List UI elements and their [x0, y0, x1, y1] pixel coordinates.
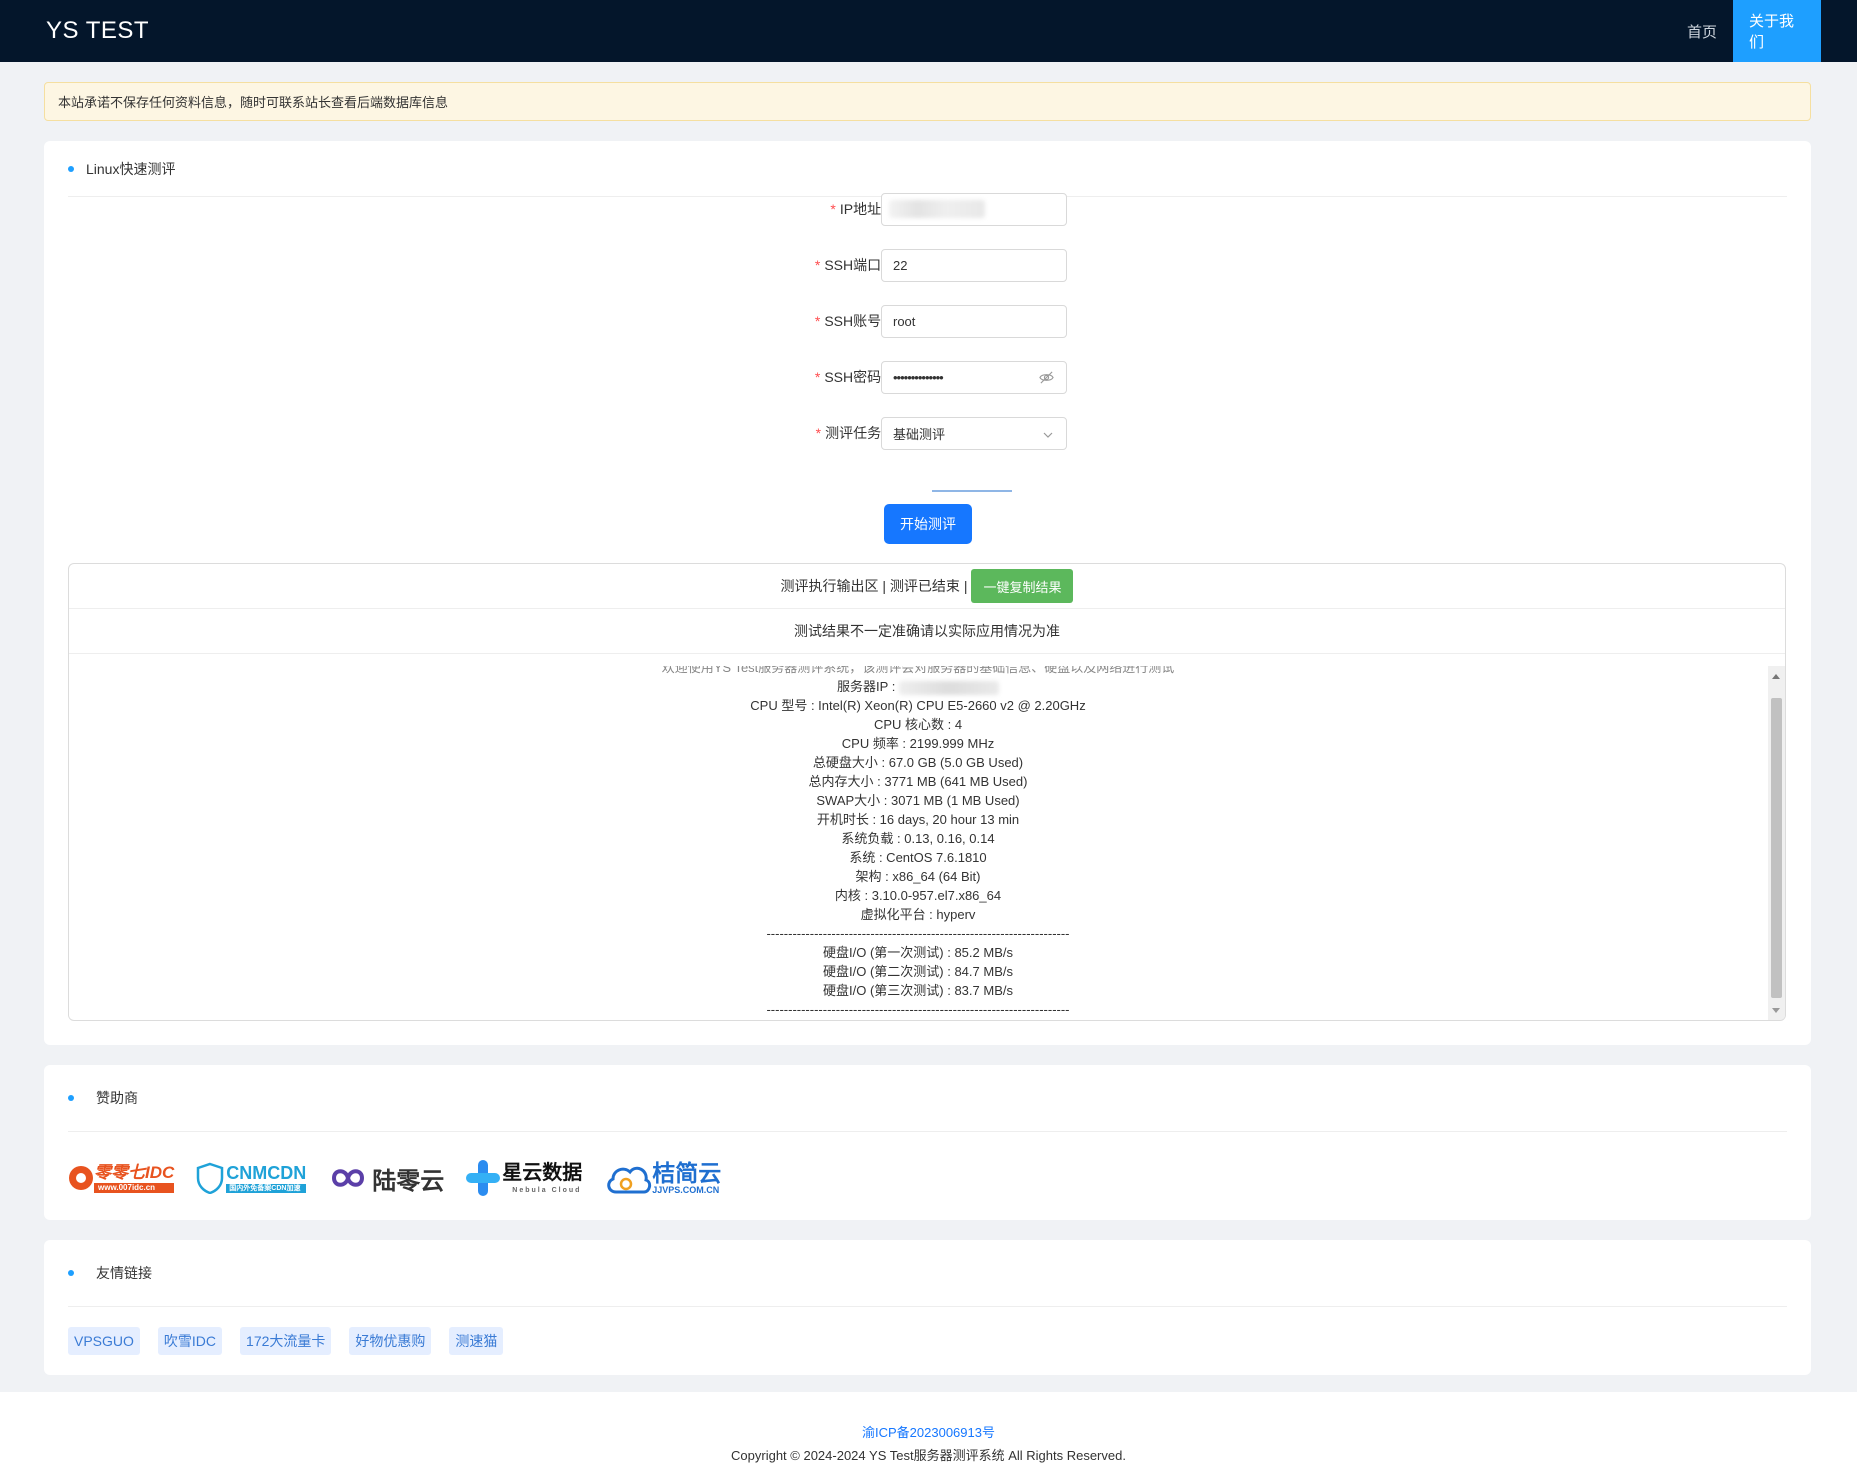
port-label: * SSH端口: — [814, 257, 885, 273]
log-line: 开机时长 : 16 days, 20 hour 13 min — [816, 812, 1020, 827]
flame-icon — [69, 1166, 93, 1190]
nav-about[interactable]: 关于我们 — [1733, 0, 1821, 62]
log-line: 系统负载 : 0.13, 0.16, 0.14 — [841, 831, 995, 846]
link-cesumao[interactable]: 测速猫 — [449, 1327, 504, 1355]
chevron-down-icon — [1043, 432, 1053, 438]
log-line: 硬盘I/O (第三次测试) : 83.7 MB/s — [823, 983, 1013, 998]
linux-test-card: Linux快速测评 * IP地址: * SSH端口: 22 * SSH账号: root… — [44, 141, 1811, 1045]
account-input[interactable]: root — [881, 304, 1067, 338]
link-chuixue-idc[interactable]: 吹雪IDC — [157, 1327, 223, 1355]
log-line: 系统 : CentOS 7.6.1810 — [849, 850, 987, 865]
sponsor-logos: 零零七IDC www.007idc.cn CNMCDN 国内外免备案CDN加速 … — [44, 1132, 1811, 1198]
bullet-dot-icon — [68, 165, 74, 172]
bullet-dot-icon — [68, 1095, 74, 1101]
infinity-icon — [332, 1169, 365, 1187]
task-value: 基础测评 — [893, 426, 946, 442]
redacted-ip — [889, 200, 985, 218]
bullet-dot-icon — [68, 1270, 74, 1276]
port-value: 22 — [893, 257, 908, 273]
sponsor-logo-jjvps[interactable]: 桔简云 JJVPS.COM.CN — [604, 1158, 721, 1198]
card-title: Linux快速测评 — [86, 160, 176, 177]
task-select[interactable]: 基础测评 — [881, 416, 1067, 450]
page-footer: 渝ICP备2023006913号 Copyright © 2024-2024 Y… — [0, 1392, 1857, 1477]
log-line: 虚拟化平台 : hyperv — [860, 907, 976, 922]
notice-text: 本站承诺不保存任何资料信息，随时可联系站长查看后端数据库信息 — [58, 95, 449, 110]
log-line: 总硬盘大小 : 67.0 GB (5.0 GB Used) — [812, 755, 1024, 770]
log-line: ----------------------------------------… — [766, 1002, 1070, 1017]
output-log[interactable]: 欢迎使用YS Test服务器测评系统，该测评会对服务器的基础信息、硬盘以及网络进… — [69, 666, 1767, 1020]
log-line: 架构 : x86_64 (64 Bit) — [855, 869, 981, 884]
output-scrollbar[interactable] — [1768, 666, 1785, 1020]
log-line: 总内存大小 : 3771 MB (641 MB Used) — [808, 774, 1028, 789]
card-header: Linux快速测评 — [68, 141, 1787, 197]
output-status-text: 测评执行输出区 | 测评已结束 | — [780, 578, 968, 594]
sponsors-title: 赞助商 — [96, 1090, 138, 1106]
port-input[interactable]: 22 — [881, 248, 1067, 282]
sponsor-logo-cnmcdn[interactable]: CNMCDN 国内外免备案CDN加速 — [196, 1158, 307, 1198]
start-test-button[interactable]: 开始测评 — [884, 504, 972, 544]
main-nav: 首页 关于我们 — [1671, 0, 1857, 62]
ip-input[interactable] — [881, 192, 1067, 226]
friend-links: VPSGUO 吹雪IDC 172大流量卡 好物优惠购 测速猫 — [44, 1307, 1811, 1355]
log-line: SWAP大小 : 3071 MB (1 MB Used) — [816, 793, 1020, 808]
sponsor-logo-007idc[interactable]: 零零七IDC www.007idc.cn — [68, 1158, 175, 1198]
eye-slash-icon[interactable] — [1039, 370, 1054, 385]
redacted-server-ip — [898, 680, 999, 695]
log-line: 硬盘I/O (第一次测试) : 85.2 MB/s — [823, 945, 1013, 960]
log-line-server-ip: 服务器IP : — [69, 677, 1767, 696]
top-navbar: YS TEST 首页 关于我们 — [0, 0, 1857, 62]
log-line: CPU 型号 : Intel(R) Xeon(R) CPU E5-2660 v2… — [750, 698, 1086, 713]
brand-title[interactable]: YS TEST — [0, 17, 149, 45]
link-172-card[interactable]: 172大流量卡 — [240, 1327, 332, 1355]
scroll-up-icon[interactable] — [1772, 674, 1780, 679]
log-line: ----------------------------------------… — [766, 926, 1070, 941]
log-line: 欢迎使用YS Test服务器测评系统，该测评会对服务器的基础信息、硬盘以及网络进… — [661, 666, 1175, 675]
links-header: 友情链接 — [68, 1240, 1787, 1307]
cross-icon — [466, 1160, 501, 1196]
password-input[interactable]: •••••••••••••• — [881, 360, 1067, 394]
link-vpsguo[interactable]: VPSGUO — [68, 1327, 140, 1355]
account-label: * SSH账号: — [814, 313, 885, 329]
log-line: 内核 : 3.10.0-957.el7.x86_64 — [834, 888, 1002, 903]
log-line: CPU 频率 : 2199.999 MHz — [841, 736, 995, 751]
account-value: root — [893, 313, 916, 329]
sponsor-logo-nebula[interactable]: 星云数据 Nebula Cloud — [466, 1158, 582, 1198]
icp-link[interactable]: 渝ICP备2023006913号 — [862, 1422, 995, 1441]
scroll-down-icon[interactable] — [1772, 1008, 1780, 1013]
shield-icon — [197, 1162, 224, 1194]
task-label: * 测评任务: — [815, 425, 885, 441]
output-disclaimer: 测试结果不一定准确请以实际应用情况为准 — [69, 609, 1785, 654]
link-haowu[interactable]: 好物优惠购 — [349, 1327, 432, 1355]
sponsors-card: 赞助商 零零七IDC www.007idc.cn CNMCDN 国内外免备案CD… — [44, 1065, 1811, 1220]
password-value: •••••••••••••• — [893, 369, 944, 385]
nav-home[interactable]: 首页 — [1671, 0, 1733, 62]
copyright-text: Copyright © 2024-2024 YS Test服务器测评系统 All… — [731, 1448, 1126, 1463]
privacy-notice: 本站承诺不保存任何资料信息，随时可联系站长查看后端数据库信息 — [44, 82, 1811, 121]
links-card: 友情链接 VPSGUO 吹雪IDC 172大流量卡 好物优惠购 测速猫 — [44, 1240, 1811, 1375]
output-header: 测评执行输出区 | 测评已结束 | 一键复制结果 — [69, 564, 1785, 609]
log-line: 硬盘I/O (第二次测试) : 84.7 MB/s — [823, 964, 1013, 979]
links-title: 友情链接 — [96, 1265, 152, 1281]
cloud-icon — [607, 1166, 652, 1194]
sponsors-header: 赞助商 — [68, 1065, 1787, 1132]
password-label: * SSH密码: — [814, 369, 885, 385]
scrollbar-thumb[interactable] — [1771, 698, 1782, 998]
sponsor-logo-luling[interactable]: 陆零云 — [328, 1158, 444, 1198]
ip-label: * IP地址: — [830, 201, 885, 217]
copy-result-button[interactable]: 一键复制结果 — [971, 569, 1074, 603]
progress-underline — [932, 490, 1012, 492]
log-line: CPU 核心数 : 4 — [873, 717, 963, 732]
output-panel: 测评执行输出区 | 测评已结束 | 一键复制结果 测试结果不一定准确请以实际应用… — [68, 563, 1786, 1021]
